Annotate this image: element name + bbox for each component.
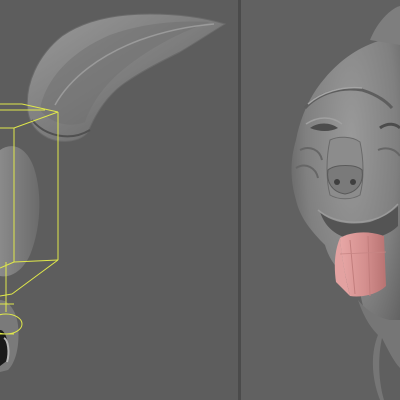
nostril-left (334, 179, 340, 185)
modeling-app (0, 0, 400, 400)
head-mesh[interactable] (0, 146, 40, 277)
ear-base (370, 6, 400, 45)
nostril-right (350, 179, 356, 185)
right-viewport[interactable] (241, 0, 400, 400)
left-viewport-scene (0, 13, 227, 372)
left-viewport[interactable] (0, 0, 238, 400)
right-viewport-scene (291, 0, 400, 400)
